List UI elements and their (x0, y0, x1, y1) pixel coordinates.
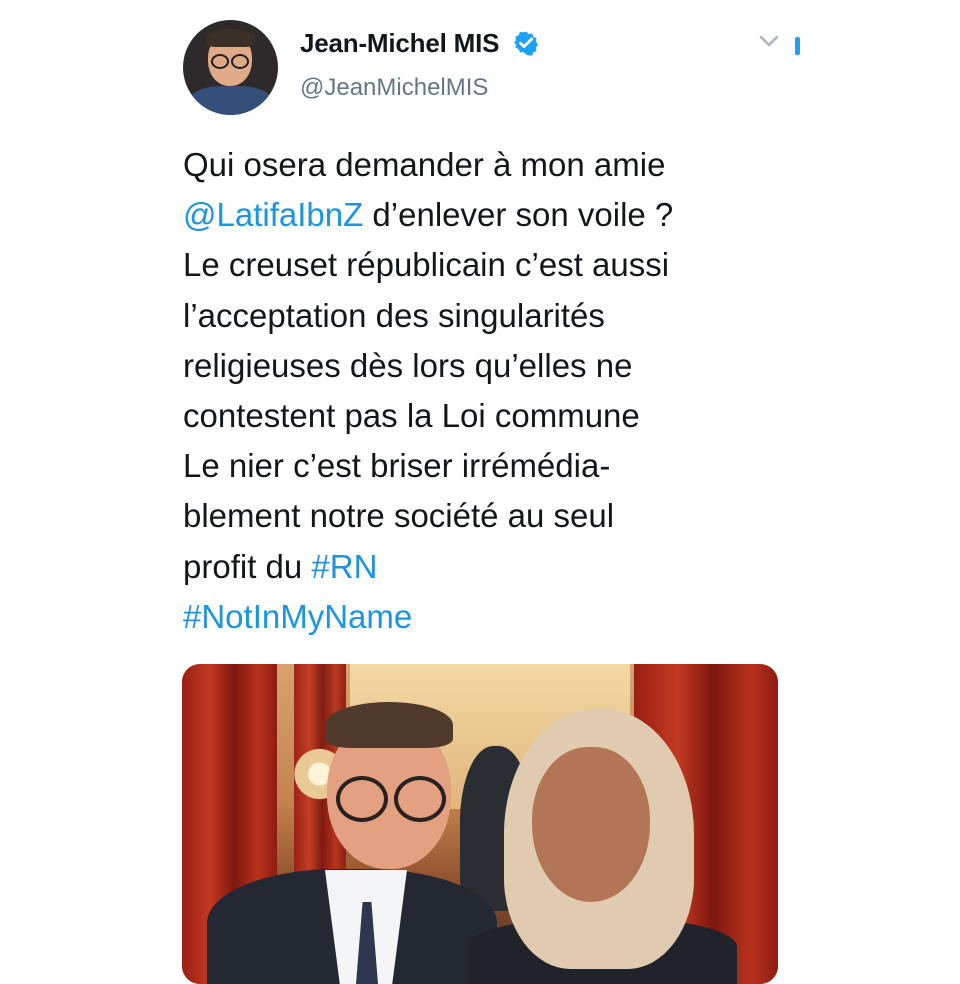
avatar-shirt-shape (188, 86, 273, 115)
tweet-text-segment: Qui osera demander à mon amie (183, 146, 666, 183)
tweet-text-segment: l’acceptation des singularités (183, 296, 605, 334)
tweet-text-segment: Le creuset républicain c’est aussi (183, 246, 670, 284)
tweet-text-line: Qui osera demander à mon amie (183, 140, 803, 190)
tweet-text: Qui osera demander à mon amie @LatifaIbn… (183, 140, 803, 642)
verified-badge-icon (513, 31, 539, 56)
display-name[interactable]: Jean-Michel MIS (300, 28, 499, 59)
tweet-text-segment: blement notre société au seul (183, 497, 615, 535)
tweet-text-line: Le creuset républicain c’est aussi (183, 240, 803, 290)
avatar[interactable] (183, 20, 278, 115)
tweet-text-segment: religieuses dès lors qu’elles ne (183, 346, 633, 384)
tweet-text-line: @LatifaIbnZ d’enlever son voile ? (183, 190, 803, 240)
man-glasses-shape (336, 776, 446, 822)
mention-link[interactable]: @LatifaIbnZ (183, 196, 363, 233)
handle[interactable]: @JeanMichelMIS (300, 74, 488, 102)
tweet-text-line: contestent pas la Loi commune (183, 391, 803, 441)
scroll-indicator (795, 37, 800, 55)
tweet-text-segment: d’enlever son voile ? (363, 196, 674, 234)
tweet-text-line: l’acceptation des singularités (183, 291, 803, 341)
tweet-text-segment: contestent pas la Loi commune (183, 397, 640, 435)
tweet-text-line: Le nier c’est briser irrémédia- (183, 441, 803, 491)
chevron-down-icon[interactable] (758, 31, 780, 51)
avatar-glasses-shape (211, 54, 249, 69)
tweet-text-line: profit du #RN (183, 542, 803, 592)
woman-face-shape (532, 747, 650, 902)
tweet-text-segment: profit du (183, 547, 312, 585)
tweet-photo[interactable] (182, 664, 778, 984)
hashtag-link[interactable]: #NotInMyName (183, 598, 412, 635)
tweet-text-line: blement notre société au seul (183, 491, 803, 541)
tweet-header: Jean-Michel MIS @JeanMichelMIS (183, 20, 803, 115)
tweet-text-line: #NotInMyName (183, 592, 803, 642)
avatar-hair-shape (206, 29, 255, 47)
hashtag-link[interactable]: #RN (311, 548, 377, 585)
man-hair-shape (325, 702, 453, 748)
tweet-text-segment: Le nier c’est briser irrémédia- (183, 447, 611, 485)
tweet-text-line: religieuses dès lors qu’elles ne (183, 341, 803, 391)
tweet-card[interactable]: Jean-Michel MIS @JeanMichelMIS Qui osera… (0, 0, 960, 984)
